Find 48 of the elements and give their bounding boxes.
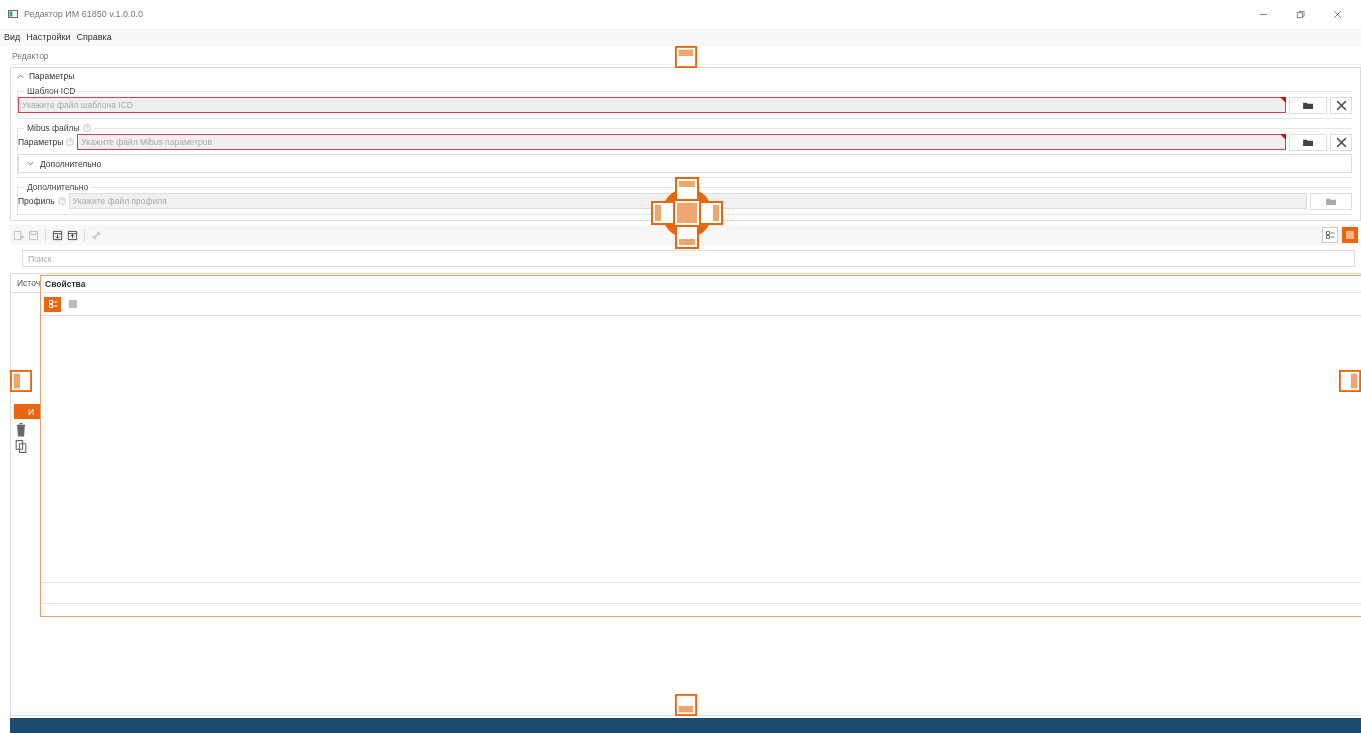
tree-icon	[1325, 230, 1335, 240]
browse-folder-button[interactable]	[1289, 96, 1327, 114]
window-title: Свойства	[41, 276, 1361, 293]
error-marker-icon	[1280, 134, 1286, 140]
menu-item[interactable]: Справка	[76, 32, 112, 42]
tree-icon	[47, 299, 58, 309]
chevron-icon[interactable]	[27, 161, 34, 166]
dock-right-icon[interactable]	[1339, 370, 1361, 392]
folder-icon	[1324, 196, 1338, 206]
folder-icon	[1301, 137, 1315, 147]
cross-icon	[1335, 136, 1347, 148]
trash-icon[interactable]	[14, 422, 28, 437]
dock-bottom-icon[interactable]	[675, 694, 697, 716]
window-title: Редактор ИМ 61850 v.1.0.0.0	[24, 9, 144, 19]
column-header[interactable]: Источ	[17, 278, 41, 288]
dock-left-icon[interactable]	[10, 370, 32, 392]
expander-label[interactable]: Параметры	[29, 71, 75, 81]
panel-title: Редактор	[11, 51, 49, 61]
file-path-field[interactable]: Укажите файл шаблона ICD	[18, 97, 1286, 113]
menu-item[interactable]: Настройки	[26, 32, 71, 42]
group-title: Шаблон ICD	[26, 86, 77, 96]
export-icon[interactable]	[67, 229, 78, 241]
clear-button[interactable]	[1330, 133, 1352, 151]
error-marker-icon	[1280, 97, 1286, 103]
close-icon[interactable]	[1333, 9, 1342, 19]
expander-label[interactable]: Дополнительно	[40, 158, 102, 169]
group-title: Дополнительно	[26, 182, 90, 192]
chevron-icon[interactable]	[17, 73, 24, 79]
dock-guide-icon[interactable]	[651, 177, 723, 249]
field-label: Параметры	[18, 137, 64, 147]
tree-view-button[interactable]	[1322, 227, 1338, 243]
search-field[interactable]: Поиск	[22, 250, 1355, 267]
restore-icon[interactable]	[1296, 9, 1305, 19]
expander-row[interactable]: Дополнительно	[18, 154, 1352, 173]
clear-button[interactable]	[1330, 96, 1352, 114]
import-icon[interactable]	[52, 229, 63, 241]
file-path-field[interactable]: Укажите файл Mibus параметров	[77, 134, 1286, 150]
copy-icon[interactable]	[14, 439, 28, 454]
field-label: Профиль	[18, 196, 55, 206]
folder-icon	[1301, 100, 1315, 110]
dock-top-icon[interactable]	[675, 46, 697, 68]
group-title: Mibus файлы	[27, 123, 80, 133]
list-view-button[interactable]	[1342, 227, 1358, 243]
browse-folder-button[interactable]	[1289, 133, 1327, 151]
app-icon	[8, 10, 18, 18]
cross-icon	[1335, 99, 1347, 111]
menu-item[interactable]: Вид	[4, 32, 21, 42]
tree-view-button[interactable]	[44, 296, 61, 312]
